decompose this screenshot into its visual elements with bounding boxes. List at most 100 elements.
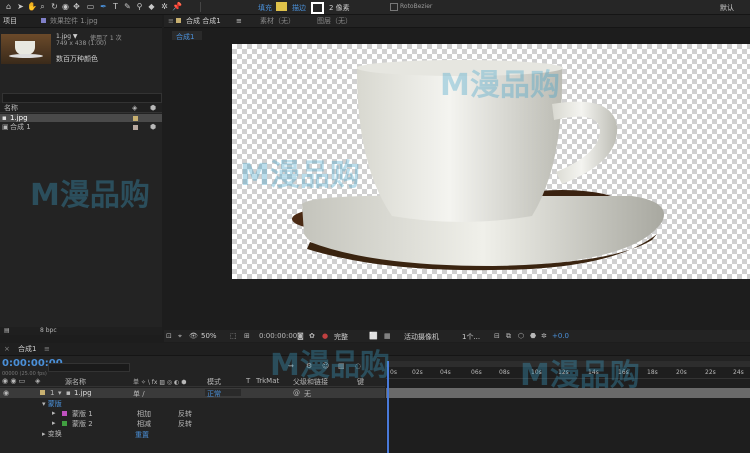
workspace-default[interactable]: 默认	[720, 3, 734, 13]
list-item[interactable]: ▣ 合成 1 ⬢	[0, 123, 162, 131]
home-icon[interactable]: ⌂	[4, 2, 13, 11]
frame-blend-icon[interactable]: ▥	[338, 362, 345, 370]
shy-icon[interactable]: ☺	[322, 362, 329, 370]
zoom-select[interactable]: 50%	[201, 332, 217, 340]
brush-tool-icon[interactable]: ✎	[123, 2, 132, 11]
mask-mode[interactable]: 相加	[137, 409, 151, 419]
views-select[interactable]: 1个...	[462, 332, 480, 342]
exposure-icon[interactable]: ✲	[541, 332, 547, 340]
camera-select[interactable]: 活动摄像机	[404, 332, 439, 342]
close-icon[interactable]: ×	[4, 345, 10, 354]
region-icon[interactable]: ⊡	[166, 332, 172, 340]
mask-name[interactable]: 蒙版 1	[72, 409, 93, 419]
masks-group[interactable]: ▾ 蒙版	[42, 400, 62, 408]
exposure-value[interactable]: +0.0	[552, 332, 569, 340]
timeline-search-input[interactable]	[48, 363, 130, 372]
roto-brush-icon[interactable]: ✲	[160, 2, 169, 11]
col-parent[interactable]: 父级和链接	[293, 377, 328, 387]
stroke-label[interactable]: 描边	[292, 3, 306, 13]
tab-effects[interactable]: 效果控件 1.jpg	[50, 17, 98, 26]
timeline-track-area[interactable]: 0s 02s 04s 06s 08s 10s 12s 14s 16s 18s 2…	[386, 361, 750, 453]
folder-icon[interactable]: ▤	[4, 327, 10, 334]
mask-view-icon[interactable]: ⌖	[178, 332, 182, 341]
mask-expand-icon[interactable]: ▸	[52, 419, 56, 427]
list-item[interactable]: ▪ 1.jpg	[0, 114, 162, 122]
camera-tool-icon[interactable]: ◉	[61, 2, 70, 11]
layer-parent-value[interactable]: 无	[304, 389, 311, 399]
visibility-icon[interactable]: ◉	[3, 389, 9, 397]
preview-icon[interactable]: 👁	[189, 332, 198, 340]
comp-flow-icon[interactable]: ⇝	[288, 362, 294, 370]
layer-switch-icon[interactable]: 单 /	[133, 389, 145, 399]
work-area-bar[interactable]	[386, 361, 750, 367]
selection-tool-icon[interactable]: ➤	[16, 2, 25, 11]
transparency-grid-icon[interactable]: ▦	[384, 332, 391, 340]
parent-pick-icon[interactable]: @	[293, 389, 300, 397]
hand-tool-icon[interactable]: ✋	[27, 2, 37, 11]
mask-expand-icon[interactable]: ▸	[52, 409, 56, 417]
time-ruler[interactable]: 0s 02s 04s 06s 08s 10s 12s 14s 16s 18s 2…	[386, 368, 750, 379]
mask-color[interactable]	[62, 411, 67, 416]
layer-label-color[interactable]	[40, 390, 45, 395]
clone-stamp-icon[interactable]: ⚲	[135, 2, 144, 11]
tab-timeline[interactable]: 合成1	[18, 345, 36, 354]
comp-tab-menu-icon[interactable]: ≡	[236, 17, 242, 26]
bpc-label[interactable]: 8 bpc	[40, 327, 57, 334]
layer-mode-select[interactable]: 正常	[205, 389, 241, 398]
flowchart-icon[interactable]: ⬣	[530, 332, 536, 340]
label-color[interactable]	[133, 116, 138, 121]
fill-swatch[interactable]	[276, 2, 287, 11]
col-source[interactable]: 源名称	[65, 377, 86, 387]
roi-icon[interactable]: ⬜	[369, 332, 378, 340]
label-color[interactable]	[133, 125, 138, 130]
mask-row[interactable]: ▸ 蒙版 1 相加 反转	[0, 409, 385, 418]
eraser-tool-icon[interactable]: ◆	[147, 2, 156, 11]
3d-icon[interactable]: ⬡	[518, 332, 524, 340]
type-tool-icon[interactable]: T	[111, 2, 120, 11]
snapshot-icon[interactable]: ◙	[297, 332, 304, 340]
project-search-input[interactable]	[2, 93, 162, 103]
rotobezier-checkbox[interactable]	[390, 3, 398, 11]
mask-mode[interactable]: 相减	[137, 419, 151, 429]
rectangle-tool-icon[interactable]: ▭	[86, 2, 95, 11]
channel-icon[interactable]: ✿	[309, 332, 315, 340]
rotate-tool-icon[interactable]: ↻	[50, 2, 59, 11]
render-icon[interactable]: ⧉	[506, 332, 511, 341]
mask-invert[interactable]: 反转	[178, 419, 192, 429]
comp-timecode[interactable]: 0:00:00:00	[259, 332, 297, 340]
toggle-icon[interactable]: ⊟	[494, 332, 500, 340]
file-name[interactable]: 1.jpg ▼	[56, 33, 78, 40]
layer-row[interactable]: ◉ 1 ▾ ▪ 1.jpg 单 / 正常 @ 无	[0, 388, 385, 398]
layer-name[interactable]: 1.jpg	[74, 389, 92, 397]
fill-label[interactable]: 填充	[258, 3, 272, 13]
layer-expand-icon[interactable]: ▾	[58, 389, 62, 397]
color-channel-icon[interactable]: ●	[322, 332, 328, 340]
grid-icon[interactable]: ⊞	[244, 332, 250, 340]
type-icon[interactable]: ⬢	[150, 104, 156, 112]
tab-comp[interactable]: 合成 合成1	[186, 17, 221, 26]
menu-icon[interactable]: ≡	[168, 17, 174, 26]
menu-icon[interactable]: ≡	[44, 345, 50, 354]
pen-tool-icon[interactable]: ✒	[99, 2, 108, 11]
col-key[interactable]: 键	[357, 377, 364, 387]
puppet-pin-icon[interactable]: 📌	[172, 2, 182, 11]
layer-duration-bar[interactable]	[386, 388, 750, 398]
label-icon[interactable]: ◈	[132, 104, 137, 112]
tab-footage[interactable]: 素材（无）	[260, 17, 295, 26]
mask-name[interactable]: 蒙版 2	[72, 419, 93, 429]
motion-blur-icon[interactable]: ◌	[355, 362, 361, 370]
col-name[interactable]: 名称	[4, 103, 18, 113]
transform-reset[interactable]: 重置	[135, 430, 149, 440]
playhead[interactable]	[387, 361, 389, 453]
stroke-width[interactable]: 2 像素	[329, 3, 350, 13]
zoom-tool-icon[interactable]: ⌕	[38, 2, 47, 11]
mask-row[interactable]: ▸ 蒙版 2 相减 反转	[0, 419, 385, 428]
transform-group[interactable]: ▸ 变换	[42, 430, 62, 438]
mask-invert[interactable]: 反转	[178, 409, 192, 419]
col-t[interactable]: T	[246, 377, 250, 385]
tab-project[interactable]: 项目	[3, 17, 17, 26]
composition-viewer[interactable]	[232, 44, 750, 279]
stroke-swatch[interactable]	[311, 2, 324, 14]
quality-select[interactable]: 完整	[334, 332, 348, 342]
anchor-tool-icon[interactable]: ✥	[72, 2, 81, 11]
